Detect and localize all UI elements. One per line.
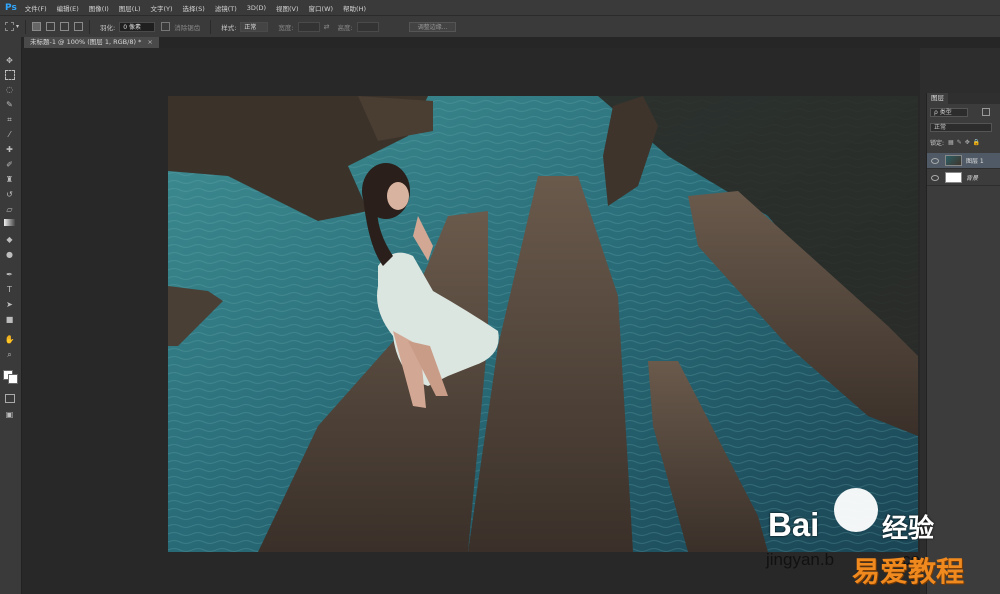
- feather-input[interactable]: 0 像素: [119, 21, 156, 32]
- layer-row-background[interactable]: 背景: [927, 170, 1000, 186]
- background-color-swatch[interactable]: [8, 374, 18, 384]
- layer-name: 图层 1: [966, 158, 984, 165]
- menu-layer[interactable]: 图层(L): [119, 3, 141, 13]
- menu-file[interactable]: 文件(F): [25, 3, 47, 13]
- dodge-tool-icon[interactable]: ●: [4, 249, 15, 260]
- style-select[interactable]: 正常: [240, 21, 269, 32]
- menu-view[interactable]: 视图(V): [276, 3, 299, 13]
- hand-tool-icon[interactable]: ✋: [4, 334, 15, 345]
- watermark-brand: Bai: [768, 506, 820, 543]
- height-input[interactable]: [356, 21, 379, 32]
- refine-edge-button[interactable]: 调整边缘...: [408, 21, 457, 32]
- style-label: 样式:: [221, 23, 237, 32]
- brush-tool-icon[interactable]: ✐: [4, 159, 15, 170]
- watermark-url: jingyan.b: [766, 550, 835, 569]
- paw-logo-icon: [834, 488, 878, 532]
- layer-thumbnail: [945, 172, 962, 183]
- pen-tool-icon[interactable]: ✒: [4, 269, 15, 280]
- watermark-site-name: 易爱教程: [852, 555, 965, 588]
- rectangle-tool-icon[interactable]: ■: [4, 314, 15, 325]
- document-tab-bar: 未标题-1 @ 100% (图层 1, RGB/8) * ×: [21, 37, 1000, 48]
- menu-image[interactable]: 图像(I): [89, 3, 109, 13]
- tools-panel: ✥ ◌ ✎ ⌗ ⁄ ✚ ✐ ♜ ↺ ▱ ◆ ● ✒ T ➤ ■ ✋ ⌕ ▣: [0, 37, 22, 594]
- history-brush-tool-icon[interactable]: ↺: [4, 189, 15, 200]
- eye-icon[interactable]: [931, 174, 939, 181]
- quick-mask-icon[interactable]: [5, 394, 15, 403]
- divider: [210, 19, 212, 34]
- blend-mode-row: 正常: [930, 122, 998, 132]
- layer-filter-select[interactable]: ρ 类型: [930, 107, 968, 117]
- document-tab-title: 未标题-1 @ 100% (图层 1, RGB/8) *: [30, 38, 142, 46]
- layers-panel-title: 图层: [927, 93, 948, 104]
- healing-brush-tool-icon[interactable]: ✚: [4, 144, 15, 155]
- layers-panel-tab[interactable]: 图层: [927, 93, 1000, 104]
- blur-tool-icon[interactable]: ◆: [4, 234, 15, 245]
- width-label: 宽度:: [278, 23, 294, 32]
- width-input[interactable]: [297, 21, 320, 32]
- menu-help[interactable]: 帮助(H): [343, 3, 366, 13]
- menu-select[interactable]: 选择(S): [183, 3, 205, 13]
- swap-icon[interactable]: ⇄: [324, 23, 330, 31]
- crop-tool-icon[interactable]: ⌗: [4, 114, 15, 125]
- menu-window[interactable]: 窗口(W): [309, 3, 334, 13]
- antialias-label: 消除锯齿: [174, 23, 201, 32]
- layer-name: 背景: [966, 175, 979, 182]
- path-select-tool-icon[interactable]: ➤: [4, 299, 15, 310]
- chevron-down-icon[interactable]: ▾: [16, 23, 19, 30]
- menu-edit[interactable]: 编辑(E): [57, 3, 79, 13]
- marquee-tool-icon[interactable]: [5, 70, 15, 80]
- menu-3d[interactable]: 3D(D): [247, 4, 266, 12]
- quick-select-tool-icon[interactable]: ✎: [4, 99, 15, 110]
- height-label: 高度:: [337, 23, 353, 32]
- eyedropper-tool-icon[interactable]: ⁄: [4, 129, 15, 140]
- eraser-tool-icon[interactable]: ▱: [4, 204, 15, 215]
- gradient-tool-icon[interactable]: [4, 219, 15, 226]
- menu-type[interactable]: 文字(Y): [151, 3, 173, 13]
- add-selection-icon[interactable]: [46, 22, 56, 31]
- blend-mode-select[interactable]: 正常: [930, 122, 992, 132]
- clone-stamp-tool-icon[interactable]: ♜: [4, 174, 15, 185]
- zoom-tool-icon[interactable]: ⌕: [4, 349, 15, 360]
- photoshop-logo: Ps: [5, 2, 17, 13]
- lock-options-icon[interactable]: ▦✎✥🔒: [948, 139, 983, 146]
- options-bar: ▾ 羽化: 0 像素 消除锯齿 样式: 正常 宽度: ⇄ 高度: 调整边缘...: [0, 15, 1000, 38]
- intersect-selection-icon[interactable]: [74, 22, 84, 31]
- move-tool-icon[interactable]: ✥: [4, 55, 15, 66]
- menu-filter[interactable]: 滤镜(T): [215, 3, 237, 13]
- divider: [89, 19, 91, 34]
- new-selection-icon[interactable]: [32, 22, 42, 31]
- menu-bar: Ps 文件(F) 编辑(E) 图像(I) 图层(L) 文字(Y) 选择(S) 滤…: [0, 0, 1000, 15]
- screen-mode-icon[interactable]: ▣: [4, 409, 15, 420]
- feather-label: 羽化:: [100, 23, 116, 32]
- layer-row-layer1[interactable]: 图层 1: [927, 153, 1000, 169]
- layer-filter-row: ρ 类型: [930, 107, 998, 117]
- layer-thumbnail: [945, 155, 962, 166]
- baidu-watermark: Bai 经验 jingyan.b co 易爱教程: [762, 478, 1000, 594]
- document-tab[interactable]: 未标题-1 @ 100% (图层 1, RGB/8) * ×: [24, 37, 159, 48]
- lasso-tool-icon[interactable]: ◌: [4, 84, 15, 95]
- divider: [25, 19, 27, 34]
- type-tool-icon[interactable]: T: [4, 284, 15, 295]
- eye-icon[interactable]: [931, 157, 939, 164]
- subtract-selection-icon[interactable]: [60, 22, 70, 31]
- antialias-checkbox[interactable]: [161, 22, 171, 31]
- watermark-brand-cn: 经验: [882, 514, 935, 544]
- marquee-tool-preset-icon[interactable]: [5, 22, 14, 31]
- close-icon[interactable]: ×: [147, 38, 152, 46]
- lock-label: 锁定:: [930, 139, 945, 147]
- lock-row: 锁定: ▦✎✥🔒: [930, 137, 998, 147]
- filter-image-icon[interactable]: [982, 108, 990, 116]
